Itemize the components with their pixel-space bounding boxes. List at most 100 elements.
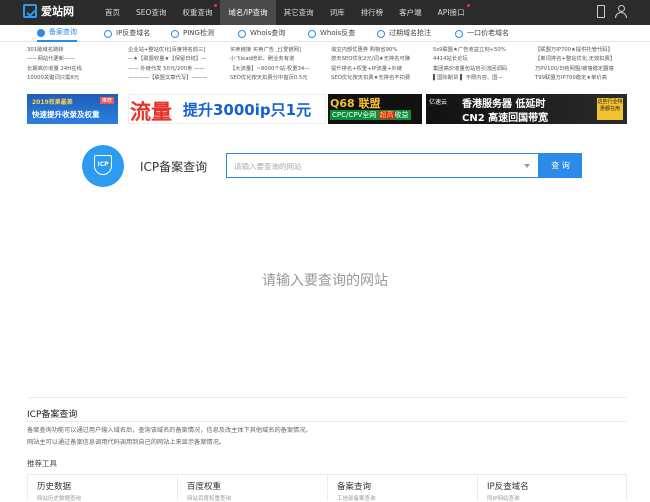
top-nav-domain-ip[interactable]: 域名/IP查询 [220, 0, 276, 25]
ad-link[interactable]: SEO优化按天扣费★无排名不扣费 [331, 74, 410, 83]
banner-seo-boost[interactable]: 2019效果最差 推荐 快速提升收录及权重 [27, 94, 118, 124]
ad-link[interactable]: 长期高价收量 24H在线 [27, 65, 82, 74]
site-logo[interactable]: 爱站网 [23, 3, 74, 19]
ad-links: 301敞域名跳转 ——网站代更新—— 长期高价收量 24H在线 10000关键词… [27, 46, 627, 93]
search-area: ICP ICP备案查询 查 询 [82, 145, 582, 187]
top-nav-menu: 首页 SEO查询 权重查询 域名/IP查询 其它查询 词库 排行榜 客户端 AP… [97, 0, 473, 25]
top-nav-weight[interactable]: 权重查询 [174, 0, 220, 25]
ad-link[interactable]: 提升排名+权重+IP流量+外链 [331, 65, 410, 74]
top-navbar: 爱站网 首页 SEO查询 权重查询 域名/IP查询 其它查询 词库 排行榜 客户… [0, 0, 650, 25]
divider [27, 421, 627, 422]
search-input[interactable] [227, 155, 538, 178]
recommended-title: 推荐工具 [27, 459, 57, 468]
ping-icon [171, 29, 179, 38]
icp-icon [37, 28, 45, 37]
ad-link[interactable]: T99联盟万IP700稳定★单价高 [535, 74, 615, 83]
tool-baidu-weight[interactable]: 百度权重 网站百度权重查询 [178, 475, 328, 502]
banner-tag: 推荐 [99, 97, 114, 104]
tab-ping[interactable]: PING检测 [171, 25, 214, 42]
ad-link[interactable]: ————【联盟文章代写】——— [128, 74, 207, 83]
banner-text: 快速提升收录及权重 [32, 110, 100, 119]
new-dot-icon [466, 4, 470, 7]
top-nav-client[interactable]: 客户端 [391, 0, 430, 25]
info-title: ICP备案查询 [27, 410, 78, 420]
ad-link[interactable]: 企业站+整站优化[百度排名前三] [128, 46, 207, 55]
banner-traffic[interactable]: 流量 提升3000ip只1元 [128, 94, 326, 124]
ad-link[interactable]: 4414站长论坛 [433, 55, 507, 64]
ad-banners: 2019效果最差 推荐 快速提升收录及权重 流量 提升3000ip只1元 Q68… [27, 94, 627, 124]
tab-expired-domains[interactable]: 过期域名抢注 [377, 25, 431, 42]
tool-icp-query[interactable]: 备案查询 工信部备案查询 [328, 475, 478, 502]
tool-desc: 工信部备案查询 [337, 496, 376, 502]
tool-history-data[interactable]: 历史数据 网站历史数据查询 [28, 475, 178, 502]
top-nav-ranking[interactable]: 排行榜 [353, 0, 392, 25]
banner-text: 香港服务器 低延时 [462, 99, 546, 110]
banner-title: Q68 联盟 [330, 97, 381, 110]
ad-link[interactable]: 10000关键词只需8元 [27, 74, 82, 83]
banner-hk-server[interactable]: 亿速云 香港服务器 低延时 CN2 高速回国带宽 这些行业特惠都在用 [426, 94, 627, 124]
top-nav-keywords[interactable]: 词库 [322, 0, 353, 25]
tab-icp-query[interactable]: 备案查询 [37, 25, 77, 42]
ad-link[interactable]: 5s9联盟★广告收益立刻+50% [433, 46, 507, 55]
banner-sub: CPC/CPV全网 超高收益 [330, 110, 411, 120]
tool-name: 备案查询 [337, 482, 372, 492]
banner-q68-union[interactable]: Q68 联盟 CPC/CPV全网 超高收益 [328, 94, 422, 124]
logo-text: 爱站网 [41, 5, 74, 18]
banner-text: 2019效果最差 [32, 99, 73, 106]
tab-old-domains[interactable]: 一口价老域名 [455, 25, 509, 42]
new-dot-icon [214, 4, 218, 7]
empty-result-message: 请输入要查询的网站 [262, 273, 388, 289]
dropdown-caret-icon[interactable] [524, 164, 530, 168]
ad-link[interactable]: 小飞lead培训、刷业务有道 [230, 55, 310, 64]
ad-link[interactable]: 【大流量】~8000个站-权重34— [230, 65, 310, 74]
banner-logo: 亿速云 [429, 99, 448, 106]
ad-link[interactable]: SEO优化按天扣费分中首页0.5元 [230, 74, 310, 83]
ad-link[interactable]: 买卖链接 买卖广告 上[爱链网] [230, 46, 310, 55]
banner-badge: 这些行业特惠都在用 [597, 98, 623, 120]
search-box [226, 153, 539, 178]
ad-link[interactable]: 301敞域名跳转 [27, 46, 82, 55]
banner-text: 提升3000ip只1元 [183, 101, 312, 119]
ad-link[interactable]: 按天SEO优化2元/词★无排名可赚 [331, 55, 410, 64]
tool-desc: 网站百度权重查询 [187, 496, 232, 502]
logo-icon [23, 4, 37, 18]
top-nav-other[interactable]: 其它查询 [276, 0, 322, 25]
ad-link[interactable]: 集团高价收量包站包引流回调码 [433, 65, 507, 74]
whois-reverse-icon [308, 29, 316, 38]
divider [27, 397, 627, 398]
ad-link[interactable]: ——网站代更新—— [27, 55, 82, 64]
tool-ip-reverse[interactable]: IP反查域名 同IP网站查询 [478, 475, 628, 502]
tab-whois-reverse[interactable]: Whois反查 [308, 25, 355, 42]
ad-link[interactable]: ▌国际期货 ▌ 不限内容、国— [433, 74, 507, 83]
expired-domain-icon [377, 29, 385, 38]
tool-desc: 同IP网站查询 [487, 496, 520, 502]
icp-shield-icon: ICP [82, 145, 124, 187]
ad-link[interactable]: 淘宝内部优惠券 购物省90% [331, 46, 410, 55]
ip-icon [104, 29, 112, 38]
tab-whois[interactable]: Whois查询 [238, 25, 285, 42]
tool-name: 百度权重 [187, 482, 222, 492]
phone-icon[interactable] [597, 5, 605, 18]
user-icon[interactable] [615, 5, 627, 18]
info-text: 网站主可以通过备案信息调用代码调用到自己的网站上来显示备案情况。 [27, 439, 225, 446]
search-button[interactable]: 查 询 [539, 153, 582, 178]
top-nav-api[interactable]: API接口 [430, 0, 473, 25]
ad-link[interactable]: —— 外链代发 50元/200条 —— [128, 65, 207, 74]
recommended-tools: 历史数据 网站历史数据查询 百度权重 网站百度权重查询 备案查询 工信部备案查询… [27, 474, 628, 502]
ad-link[interactable]: 万PV100/日结网盟/被墙稳定翻墙 [535, 65, 615, 74]
top-nav-home[interactable]: 首页 [97, 0, 128, 25]
tool-name: 历史数据 [37, 482, 72, 492]
tool-desc: 网站历史数据查询 [37, 496, 82, 502]
tab-ip-reverse[interactable]: IP反查域名 [104, 25, 150, 42]
ad-link[interactable]: 【联盟万IP700★提供托管代码】 [535, 46, 615, 55]
info-text: 备案查询功能可以通过用户输入域名后，查询该域名的备案情况，信息及改主体下其他域名… [27, 427, 312, 434]
whois-icon [238, 29, 246, 38]
tool-name: IP反查域名 [487, 482, 529, 492]
banner-text: 流量 [130, 100, 172, 124]
top-nav-seo[interactable]: SEO查询 [128, 0, 174, 25]
ad-link[interactable]: 【单词排名+整站优化,无效扣费】 [535, 55, 615, 64]
sub-nav: 备案查询 IP反查域名 PING检测 Whois查询 Whois反查 过期域名抢… [0, 25, 650, 42]
ad-link[interactable]: —★【联盟收量★【保留日结】— [128, 55, 207, 64]
banner-text: CN2 高速回国带宽 [462, 113, 549, 124]
search-title: ICP备案查询 [140, 160, 208, 174]
